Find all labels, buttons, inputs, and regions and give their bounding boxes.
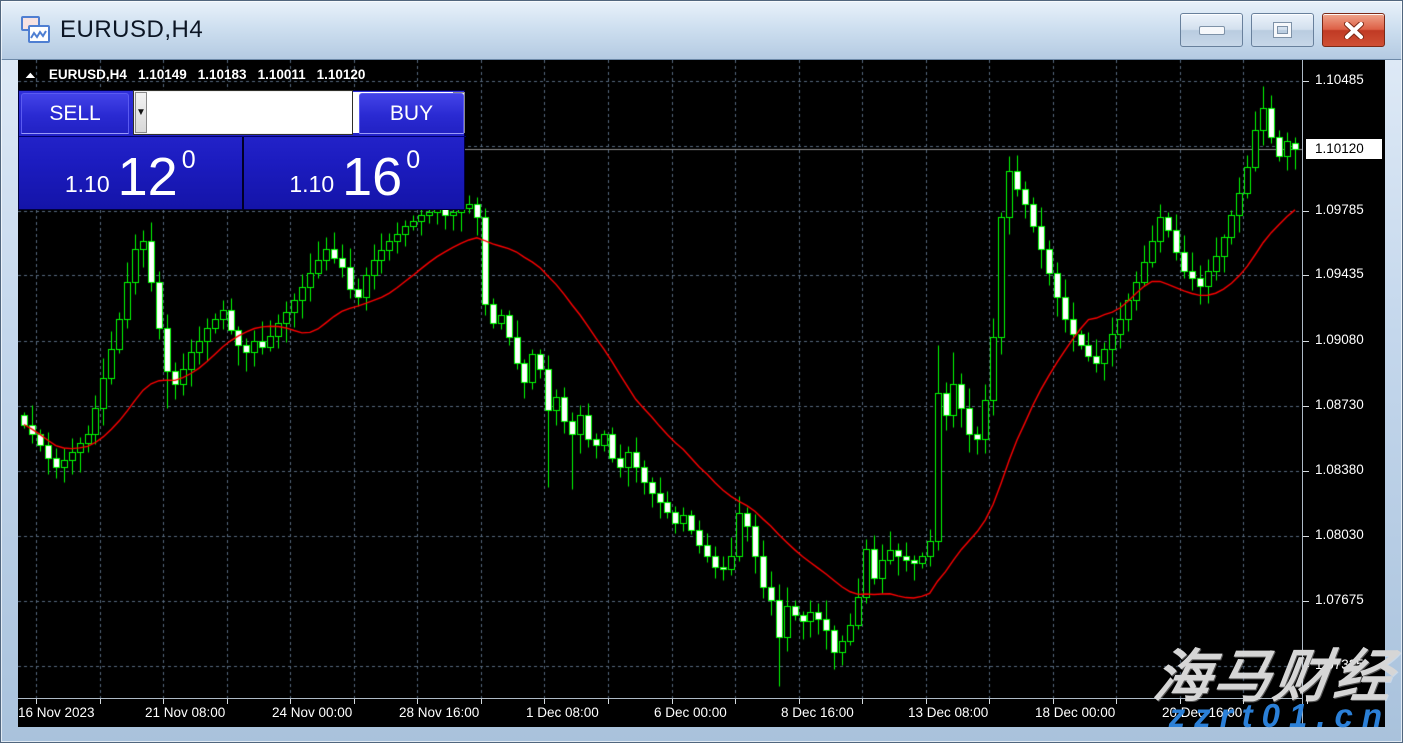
window-title: EURUSD,H4 [60,16,203,44]
price-axis-tick [1303,211,1309,212]
axis-separator-vertical [1302,60,1303,727]
close-button[interactable] [1322,13,1385,47]
chart-window: ▲ EURUSD,H4 1.10149 1.10183 1.10011 1.10… [18,60,1385,727]
axis-separator-horizontal [18,698,1302,699]
time-axis-label: 1 Dec 08:00 [526,705,599,720]
price-axis-label: 1.08380 [1315,462,1364,477]
price-axis-label: 1.08730 [1315,397,1364,412]
price-axis-tick [1303,406,1309,407]
price-axis-tick [1303,601,1309,602]
sell-price-display[interactable]: 1.10 12 0 [19,137,242,210]
close-icon [1343,22,1365,39]
price-axis-tick [1303,536,1309,537]
buy-price-big-digits: 16 [342,155,402,199]
current-price-tag: 1.10120 [1306,139,1382,159]
price-axis-label: 1.07675 [1315,592,1364,607]
minimize-button[interactable] [1180,13,1243,47]
price-axis-tick [1303,341,1309,342]
ohlc-symbol: EURUSD,H4 [49,67,127,82]
time-axis-label: 28 Nov 16:00 [399,705,479,720]
minimize-icon [1199,26,1225,35]
time-axis-label: 21 Nov 08:00 [145,705,225,720]
time-axis-label: 6 Dec 00:00 [654,705,727,720]
ohlc-info-bar: ▲ EURUSD,H4 1.10149 1.10183 1.10011 1.10… [26,67,376,82]
watermark-url: zzrt01.cn [1169,697,1391,735]
ohlc-open: 1.10149 [138,67,187,82]
restore-icon [1274,23,1291,37]
price-axis-tick [1303,275,1309,276]
price-axis-label: 1.09080 [1315,332,1364,347]
sell-price-pipette: 0 [182,148,196,173]
price-axis-label: 1.09785 [1315,202,1364,217]
price-axis-label: 1.10485 [1315,72,1364,87]
ohlc-low: 1.10011 [258,67,306,82]
price-axis-tick [1303,81,1309,82]
time-axis-label: 13 Dec 08:00 [908,705,988,720]
price-axis-label: 1.09435 [1315,266,1364,281]
buy-price-prefix: 1.10 [289,173,334,196]
restore-button[interactable] [1251,13,1314,47]
collapse-panel-arrow-icon[interactable]: ▲ [22,70,38,80]
time-axis-label: 16 Nov 2023 [18,705,95,720]
time-axis-label: 18 Dec 00:00 [1035,705,1115,720]
volume-spinner: ▼ ▲ [134,91,352,134]
sell-button[interactable]: SELL [21,93,129,134]
ohlc-high: 1.10183 [198,67,247,82]
price-axis-tick [1303,471,1309,472]
buy-button[interactable]: BUY [359,93,464,134]
time-axis-label: 8 Dec 16:00 [781,705,854,720]
price-axis[interactable]: 1.10485 1.09785 1.09435 1.09080 1.08730 1.083… [1303,60,1385,698]
time-axis-label: 24 Nov 00:00 [272,705,352,720]
sell-price-prefix: 1.10 [65,173,110,196]
ohlc-close: 1.10120 [317,67,366,82]
chart-window-icon [21,16,51,44]
window-titlebar[interactable]: EURUSD,H4 [0,0,1403,60]
one-click-trading-panel: SELL ▼ ▲ BUY 1.10 12 0 1.10 16 0 [18,90,465,210]
sell-price-big-digits: 12 [118,155,178,199]
buy-price-pipette: 0 [406,148,420,173]
mini-chart-glyph [30,29,48,41]
volume-decrease-button[interactable]: ▼ [135,92,147,133]
price-axis-label: 1.08030 [1315,527,1364,542]
buy-price-display[interactable]: 1.10 16 0 [244,137,467,210]
